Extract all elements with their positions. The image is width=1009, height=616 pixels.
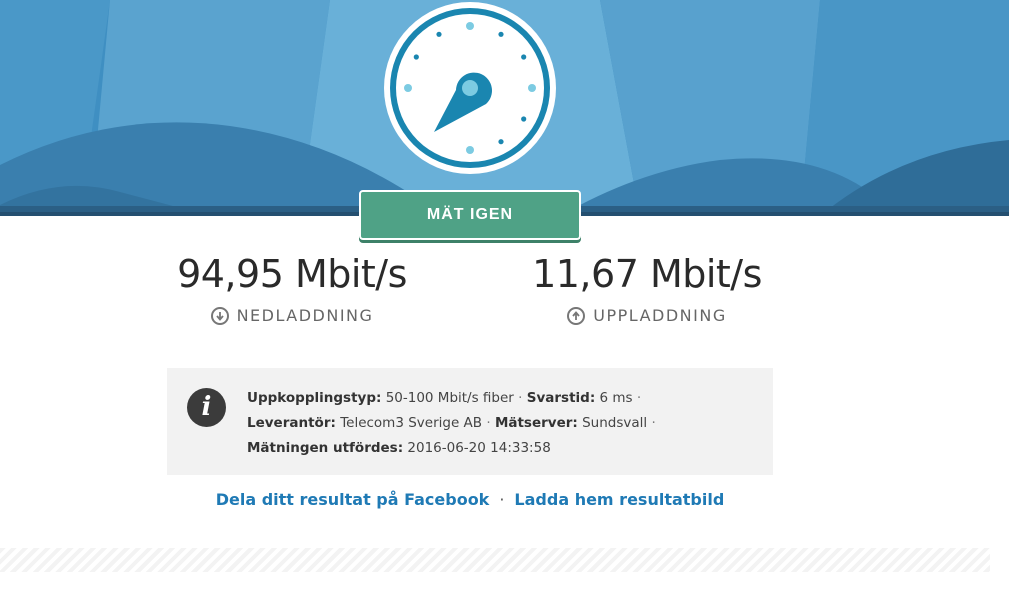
gauge-tick	[404, 84, 412, 92]
retest-button[interactable]: MÄT IGEN	[359, 190, 581, 240]
share-facebook-link[interactable]: Dela ditt resultat på Facebook	[216, 490, 490, 509]
info-separator: ·	[651, 415, 656, 431]
provider-value: Telecom3 Sverige AB	[340, 415, 483, 431]
server-value: Sundsvall	[582, 415, 648, 431]
server-label: Mätserver:	[494, 415, 578, 431]
share-links: Dela ditt resultat på Facebook · Ladda hem…	[0, 490, 940, 509]
upload-label: UPPLADDNING	[593, 306, 727, 325]
download-label: NEDLADDNING	[236, 306, 374, 325]
upload-label-row: UPPLADDNING	[497, 306, 797, 325]
download-result: 94,95 Mbit/s NEDLADDNING	[142, 250, 442, 325]
date-label: Mätningen utfördes:	[247, 440, 404, 456]
info-line-2: Leverantör: Telecom3 Sverige AB · Mätser…	[247, 411, 656, 436]
download-label-row: NEDLADDNING	[142, 306, 442, 325]
info-separator: ·	[518, 390, 523, 406]
latency-label: Svarstid:	[526, 390, 596, 406]
gauge-tick	[528, 84, 536, 92]
gauge-tick	[521, 54, 527, 60]
download-arrow-icon	[210, 306, 229, 325]
connection-type-label: Uppkopplingstyp:	[247, 390, 382, 406]
gauge-tick	[498, 139, 504, 145]
speedometer-icon	[382, 0, 558, 176]
latency-value: 6 ms	[599, 390, 633, 406]
info-separator: ·	[486, 415, 491, 431]
test-info-box: i Uppkopplingstyp: 50-100 Mbit/s fiber ·…	[167, 368, 773, 475]
info-line-3: Mätningen utfördes: 2016-06-20 14:33:58	[247, 436, 656, 461]
download-image-link[interactable]: Ladda hem resultatbild	[514, 490, 724, 509]
gauge-tick	[466, 22, 474, 30]
date-value: 2016-06-20 14:33:58	[407, 440, 551, 456]
gauge-tick	[521, 116, 527, 122]
link-separator: ·	[499, 490, 505, 509]
test-info-details: Uppkopplingstyp: 50-100 Mbit/s fiber · S…	[247, 386, 656, 461]
info-separator: ·	[636, 390, 642, 406]
info-line-1: Uppkopplingstyp: 50-100 Mbit/s fiber · S…	[247, 386, 656, 411]
download-speed: 94,95 Mbit/s	[177, 252, 407, 296]
gauge-tick	[413, 54, 419, 60]
connection-type-value: 50-100 Mbit/s fiber	[385, 390, 514, 406]
upload-speed: 11,67 Mbit/s	[532, 252, 762, 296]
gauge-tick	[498, 31, 504, 37]
info-icon: i	[187, 388, 226, 427]
upload-result: 11,67 Mbit/s UPPLADDNING	[497, 250, 797, 325]
gauge-tick	[466, 146, 474, 154]
upload-arrow-icon	[567, 306, 586, 325]
section-divider	[0, 548, 990, 572]
gauge-tick	[436, 31, 442, 37]
provider-label: Leverantör:	[247, 415, 336, 431]
